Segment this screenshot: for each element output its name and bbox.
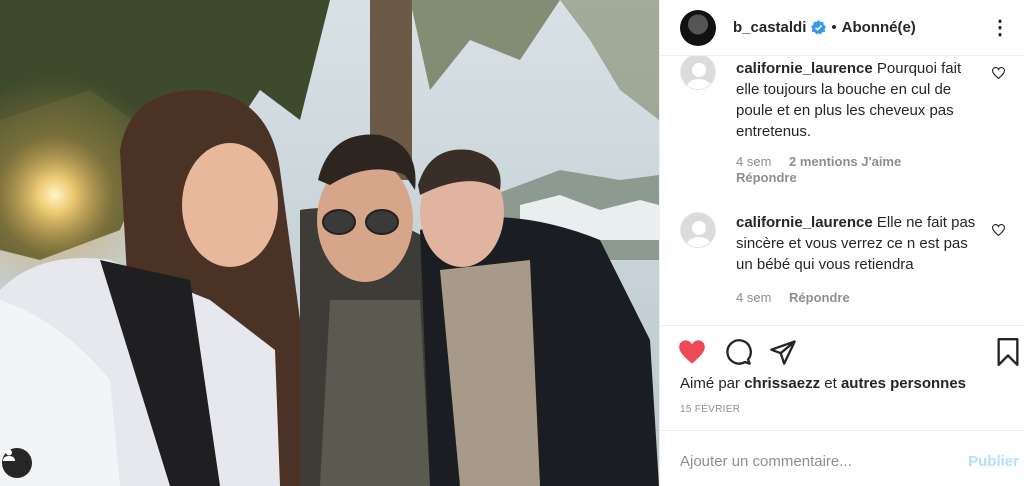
post-date[interactable]: 15 FÉVRIER: [680, 404, 740, 415]
comment-likes[interactable]: 2 mentions J'aime: [789, 154, 901, 169]
comment-time: 4 sem: [736, 290, 772, 305]
comment-text: californie_laurence Elle ne fait pas sin…: [736, 212, 986, 275]
post-side-panel: b_castaldi • Abonné(e) ⋮ californie_laur…: [659, 0, 1024, 486]
save-bookmark-icon[interactable]: [996, 338, 1020, 366]
commenter-username[interactable]: californie_laurence: [736, 60, 873, 77]
share-send-icon[interactable]: [769, 338, 797, 366]
add-comment-bar: Ajouter un commentaire... Publier: [660, 430, 1024, 486]
post-photo[interactable]: [0, 0, 659, 486]
more-options-icon[interactable]: ⋮: [990, 15, 1011, 40]
author-avatar[interactable]: [680, 9, 716, 46]
commenter-avatar[interactable]: [680, 212, 716, 248]
comment-like-icon[interactable]: [992, 67, 1005, 79]
liked-by-line: Aimé par chrissaezz et autres personnes: [680, 375, 966, 392]
liked-by-prefix: Aimé par: [680, 375, 741, 392]
comment-bubble-icon[interactable]: [724, 338, 752, 366]
author-username[interactable]: b_castaldi: [733, 19, 806, 36]
post-actions-bar: [660, 325, 1024, 381]
comment-text: californie_laurence Pourquoi fait elle t…: [736, 58, 986, 142]
commenter-username[interactable]: californie_laurence: [736, 214, 873, 231]
comments-list: californie_laurence Pourquoi fait elle t…: [660, 56, 1024, 326]
tagged-user-button[interactable]: [2, 448, 32, 478]
header-separator: •: [831, 19, 837, 36]
liked-by-middle: et: [824, 375, 837, 392]
liked-by-user[interactable]: chrissaezz: [744, 375, 820, 392]
commenter-avatar[interactable]: [680, 56, 716, 90]
add-comment-input[interactable]: Ajouter un commentaire...: [680, 453, 852, 470]
post-header: b_castaldi • Abonné(e) ⋮: [660, 0, 1024, 56]
reply-button[interactable]: Répondre: [736, 170, 797, 185]
comment-like-icon[interactable]: [992, 224, 1005, 236]
like-heart-icon[interactable]: [678, 338, 706, 366]
person-icon: [3, 449, 15, 461]
comment-meta: 4 sem Répondre: [736, 289, 850, 306]
comment-time: 4 sem: [736, 154, 772, 169]
comment-meta: 4 sem 2 mentions J'aime: [736, 153, 901, 170]
publish-button[interactable]: Publier: [968, 453, 1019, 470]
following-button[interactable]: Abonné(e): [842, 19, 916, 36]
reply-button[interactable]: Répondre: [789, 290, 850, 305]
verified-badge-icon: [811, 20, 827, 35]
liked-by-others[interactable]: autres personnes: [841, 375, 966, 392]
photo-illustration: [0, 0, 659, 486]
